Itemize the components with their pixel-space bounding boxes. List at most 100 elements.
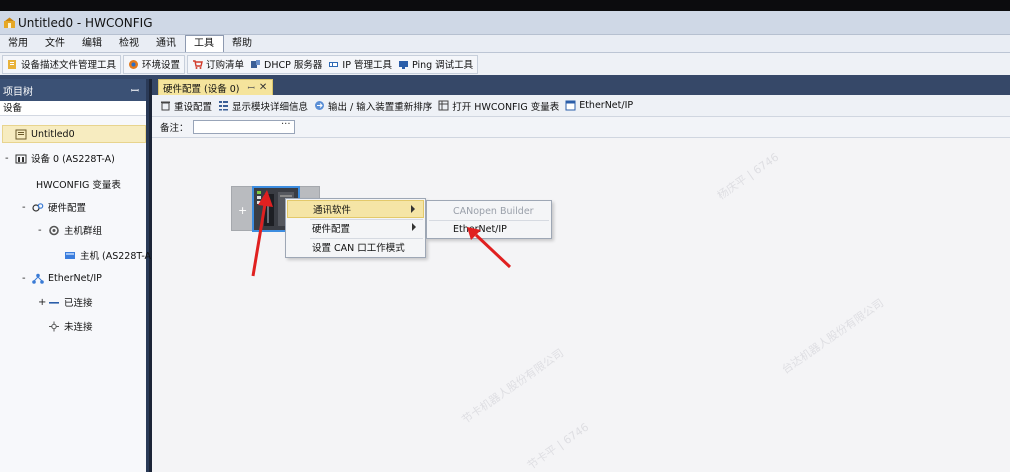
ping-tool-label: Ping 调试工具 — [411, 60, 474, 71]
ping-tool-button[interactable]: Ping 调试工具 — [398, 57, 473, 71]
tab-pin-icon[interactable]: ꟷ — [248, 81, 255, 94]
submenu-arrow-icon — [412, 223, 416, 231]
hardware-canvas[interactable]: 杨庆平 | 6746 台达机器人股份有限公司 节卡机器人股份有限公司 节卡平 |… — [152, 138, 1010, 472]
context-menu: 通讯软件 硬件配置 设置 CAN 口工作模式 — [285, 198, 426, 258]
collapse-toggle[interactable]: - — [22, 202, 32, 213]
reset-config-icon — [161, 101, 170, 111]
tree-item-device-0[interactable]: - 设备 0 (AS228T-A) — [5, 149, 115, 167]
tree-item-unconnected[interactable]: 未连接 — [48, 317, 93, 335]
device-file-manager-button[interactable]: 设备描述文件管理工具 — [7, 57, 116, 71]
ip-tool-button[interactable]: IP 管理工具 — [328, 57, 392, 71]
toolbar-group-3: 订购清单 DHCP 服务器 IP 管理工具 Ping 调试工具 — [187, 54, 479, 74]
dhcp-server-icon — [251, 59, 261, 68]
device-icon — [15, 154, 27, 163]
io-reorder-icon — [315, 101, 325, 110]
ethernet-ip-window-button[interactable]: EtherNet/IP — [565, 100, 633, 111]
remark-bar: 备注： ··· — [152, 117, 1010, 138]
tree-item-label: HWCONFIG 变量表 — [36, 180, 121, 191]
tab-close-icon[interactable]: ✕ — [259, 82, 267, 93]
host-icon — [65, 251, 75, 259]
title-bar: Untitled0 - HWCONFIG — [0, 11, 1010, 35]
ip-tool-label: IP 管理工具 — [342, 60, 392, 71]
menu-item-communication-software[interactable]: 通讯软件 — [287, 200, 424, 218]
document-toolbar: 重设配置 显示模块详细信息 输出 / 输入装置重新排序 打开 HWCONFIG … — [152, 95, 1010, 117]
host-group-icon — [49, 225, 59, 235]
menu-item-canopen-builder: CANopen Builder — [428, 202, 550, 220]
remark-label: 备注： — [160, 123, 189, 134]
window-title: Untitled0 - HWCONFIG — [18, 15, 153, 30]
reset-config-label: 重设配置 — [174, 101, 213, 113]
collapse-toggle[interactable]: - — [5, 153, 15, 164]
menu-help[interactable]: 帮助 — [224, 35, 261, 52]
app-icon — [4, 17, 15, 28]
tree-item-host[interactable]: 主机 (AS228T-A) — [64, 246, 155, 264]
main-toolbar: 设备描述文件管理工具 环境设置 订购清单 DHCP 服务器 IP 管理工具 Pi… — [0, 52, 1010, 75]
tree-item-ethernet-ip[interactable]: - EtherNet/IP — [22, 269, 102, 287]
order-list-button[interactable]: 订购清单 — [192, 57, 244, 71]
module-details-button[interactable]: 显示模块详细信息 — [218, 99, 308, 113]
tree-item-label: 主机群组 — [64, 226, 103, 237]
watermark: 台达机器人股份有限公司 — [779, 296, 887, 377]
toolbar-group-1: 设备描述文件管理工具 — [2, 54, 122, 74]
io-reorder-label: 输出 / 输入装置重新排序 — [328, 101, 433, 113]
menu-edit[interactable]: 编辑 — [74, 35, 111, 52]
device-file-manager-label: 设备描述文件管理工具 — [21, 60, 117, 71]
dhcp-server-button[interactable]: DHCP 服务器 — [250, 57, 322, 71]
collapse-toggle[interactable]: - — [38, 225, 48, 236]
menu-item-label: CANopen Builder — [453, 205, 534, 217]
tree-item-label: 已连接 — [64, 298, 93, 309]
remark-input[interactable]: ··· — [192, 119, 295, 134]
tree-item-label: 未连接 — [64, 322, 93, 333]
project-icon — [15, 129, 27, 139]
watermark: 节卡机器人股份有限公司 — [459, 346, 567, 427]
module-details-label: 显示模块详细信息 — [232, 101, 309, 113]
toolbar-group-2: 环境设置 — [123, 54, 186, 74]
tab-hardware-config[interactable]: 硬件配置 (设备 0) ꟷ ✕ — [158, 79, 274, 95]
reset-config-button[interactable]: 重设配置 — [160, 99, 212, 113]
collapse-toggle[interactable]: - — [22, 273, 32, 284]
menu-item-hardware-config[interactable]: 硬件配置 — [287, 219, 424, 237]
order-list-label: 订购清单 — [206, 60, 245, 71]
tree-item-label: EtherNet/IP — [48, 272, 102, 284]
open-variable-table-button[interactable]: 打开 HWCONFIG 变量表 — [438, 99, 559, 113]
open-variable-table-icon — [438, 100, 449, 111]
tree-item-connected[interactable]: + 已连接 — [38, 293, 93, 311]
device-file-icon — [8, 59, 16, 69]
tree-item-variable-table[interactable]: HWCONFIG 变量表 — [36, 175, 121, 193]
menu-item-ethernet-ip[interactable]: EtherNet/IP — [428, 220, 550, 238]
watermark: 节卡平 | 6746 — [525, 420, 592, 472]
project-tree-title: 项目树 — [3, 86, 33, 98]
expand-toggle[interactable]: + — [38, 297, 48, 308]
shopping-cart-icon — [193, 59, 203, 69]
menu-view[interactable]: 检视 — [111, 35, 148, 52]
tree-item-label: 硬件配置 — [48, 203, 87, 214]
menu-item-can-mode[interactable]: 设置 CAN 口工作模式 — [287, 238, 424, 256]
add-slot-icon[interactable]: + — [238, 204, 247, 217]
tree-item-project[interactable]: Untitled0 — [2, 125, 146, 143]
unconnected-icon — [49, 321, 59, 331]
menu-file[interactable]: 文件 — [37, 35, 74, 52]
menu-common[interactable]: 常用 — [0, 35, 37, 52]
menu-tools[interactable]: 工具 — [185, 35, 224, 52]
ethernet-ip-window-icon — [565, 100, 576, 111]
tree-item-hardware-config[interactable]: - 硬件配置 — [22, 198, 86, 216]
pin-icon[interactable]: ꟷ — [131, 83, 139, 97]
menu-item-label: 设置 CAN 口工作模式 — [312, 243, 405, 254]
project-tree-panel: 项目树 ꟷ 设备 Untitled0 - 设备 0 (AS228T-A) HWC… — [0, 79, 155, 472]
devices-section-label: 设备 — [0, 101, 146, 116]
io-reorder-button[interactable]: 输出 / 输入装置重新排序 — [314, 99, 432, 113]
tree-item-label: 主机 (AS228T-A) — [80, 251, 155, 262]
watermark: 杨庆平 | 6746 — [715, 150, 782, 203]
project-tree-header: 项目树 ꟷ — [0, 79, 146, 101]
remark-more-button[interactable]: ··· — [281, 119, 291, 130]
ping-tool-icon — [398, 60, 408, 69]
environment-settings-button[interactable]: 环境设置 — [128, 57, 180, 71]
tree-item-host-group[interactable]: - 主机群组 — [38, 221, 102, 239]
connected-icon — [49, 301, 59, 304]
top-strip — [0, 0, 1010, 11]
module-details-icon — [219, 101, 229, 111]
menu-communication[interactable]: 通讯 — [148, 35, 185, 52]
tab-label: 硬件配置 (设备 0) — [163, 83, 240, 95]
hardware-config-icon — [32, 202, 44, 212]
open-variable-table-label: 打开 HWCONFIG 变量表 — [452, 101, 560, 113]
